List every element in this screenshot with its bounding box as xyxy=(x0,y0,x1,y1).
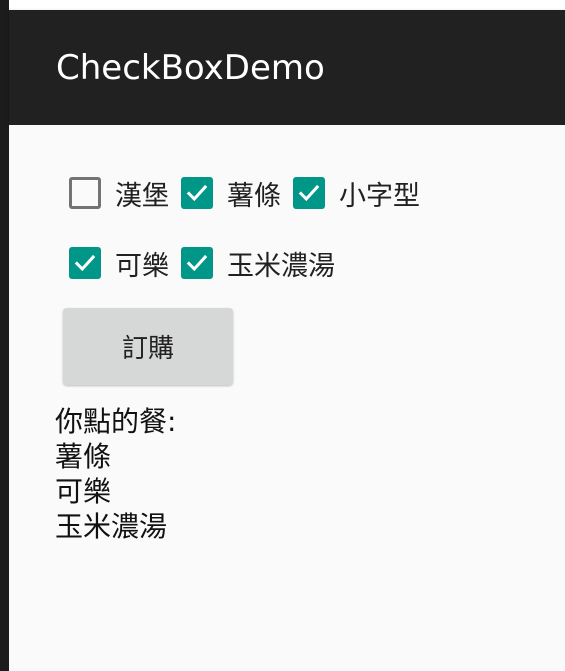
checkbox-label: 小字型 xyxy=(339,180,420,212)
check-icon xyxy=(186,184,208,202)
checkbox-row-1: 漢堡 薯條 小字型 xyxy=(69,173,432,213)
order-result: 你點的餐: 薯條 可樂 玉米濃湯 xyxy=(55,404,176,544)
checkbox-corn-soup[interactable]: 玉米濃湯 xyxy=(181,244,335,283)
checkbox-box[interactable] xyxy=(181,177,213,209)
checkbox-box[interactable] xyxy=(69,177,101,209)
screen-edge xyxy=(0,0,9,671)
result-header: 你點的餐: xyxy=(55,405,177,438)
result-item: 薯條 xyxy=(55,440,112,473)
checkbox-cola[interactable]: 可樂 xyxy=(69,244,169,283)
checkbox-label: 薯條 xyxy=(227,180,281,212)
checkbox-label: 玉米濃湯 xyxy=(227,250,335,282)
top-margin xyxy=(0,0,565,10)
checkbox-label: 可樂 xyxy=(115,250,169,282)
checkbox-box[interactable] xyxy=(293,177,325,209)
checkbox-fries[interactable]: 薯條 xyxy=(181,174,281,213)
app-window: CheckBoxDemo 漢堡 薯條 小字型 可樂 玉米濃湯 訂購 你點的餐: … xyxy=(0,0,565,671)
checkbox-box[interactable] xyxy=(181,247,213,279)
check-icon xyxy=(186,254,208,272)
app-title: CheckBoxDemo xyxy=(56,48,325,88)
order-button[interactable]: 訂購 xyxy=(63,308,233,385)
checkbox-small-font[interactable]: 小字型 xyxy=(293,174,420,213)
check-icon xyxy=(74,254,96,272)
app-bar: CheckBoxDemo xyxy=(9,10,565,125)
check-icon xyxy=(298,184,320,202)
main-content: 漢堡 薯條 小字型 可樂 玉米濃湯 訂購 你點的餐: 薯條 可樂 玉米濃湯 xyxy=(9,125,565,671)
checkbox-box[interactable] xyxy=(69,247,101,279)
checkbox-label: 漢堡 xyxy=(115,180,169,212)
checkbox-row-2: 可樂 玉米濃湯 xyxy=(69,243,347,283)
result-item: 玉米濃湯 xyxy=(55,510,168,543)
checkbox-hamburger[interactable]: 漢堡 xyxy=(69,174,169,213)
result-item: 可樂 xyxy=(55,475,112,508)
